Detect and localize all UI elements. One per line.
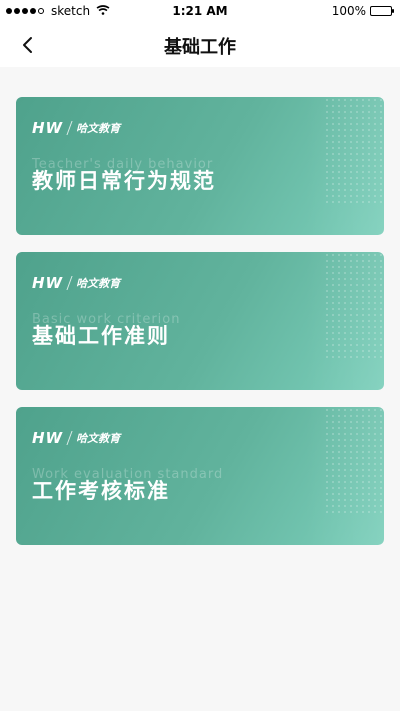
brand-divider [66,431,73,445]
brand-logo: HW 哈文教育 [32,119,120,137]
status-bar: sketch 1:21 AM 100% [0,0,400,22]
brand-name: 哈文教育 [76,277,121,290]
card-teacher-daily-behavior[interactable]: HW 哈文教育 Teacher's daily behavior 教师日常行为规… [16,97,384,235]
card-work-evaluation-standard[interactable]: HW 哈文教育 Work evaluation standard 工作考核标准 [16,407,384,545]
battery-icon [370,6,394,16]
navigation-bar: 基础工作 [0,22,400,67]
brand-logo: HW 哈文教育 [32,429,120,447]
brand-divider [66,121,73,135]
brand-hw: HW [32,274,64,292]
brand-hw: HW [32,119,64,137]
brand-hw: HW [32,429,64,447]
status-right: 100% [331,4,394,18]
brand-divider [66,276,73,290]
card-fade [304,407,384,545]
card-list: HW 哈文教育 Teacher's daily behavior 教师日常行为规… [16,97,384,562]
brand-name: 哈文教育 [76,122,121,135]
brand-name: 哈文教育 [76,432,121,445]
card-title: 教师日常行为规范 [32,169,216,193]
card-title: 工作考核标准 [32,479,170,503]
card-fade [304,97,384,235]
card-basic-work-criterion[interactable]: HW 哈文教育 Basic work criterion 基础工作准则 [16,252,384,390]
brand-logo: HW 哈文教育 [32,274,120,292]
page-title: 基础工作 [164,37,236,58]
battery-percent: 100% [331,4,366,18]
card-fade [304,252,384,390]
card-title: 基础工作准则 [32,324,170,348]
